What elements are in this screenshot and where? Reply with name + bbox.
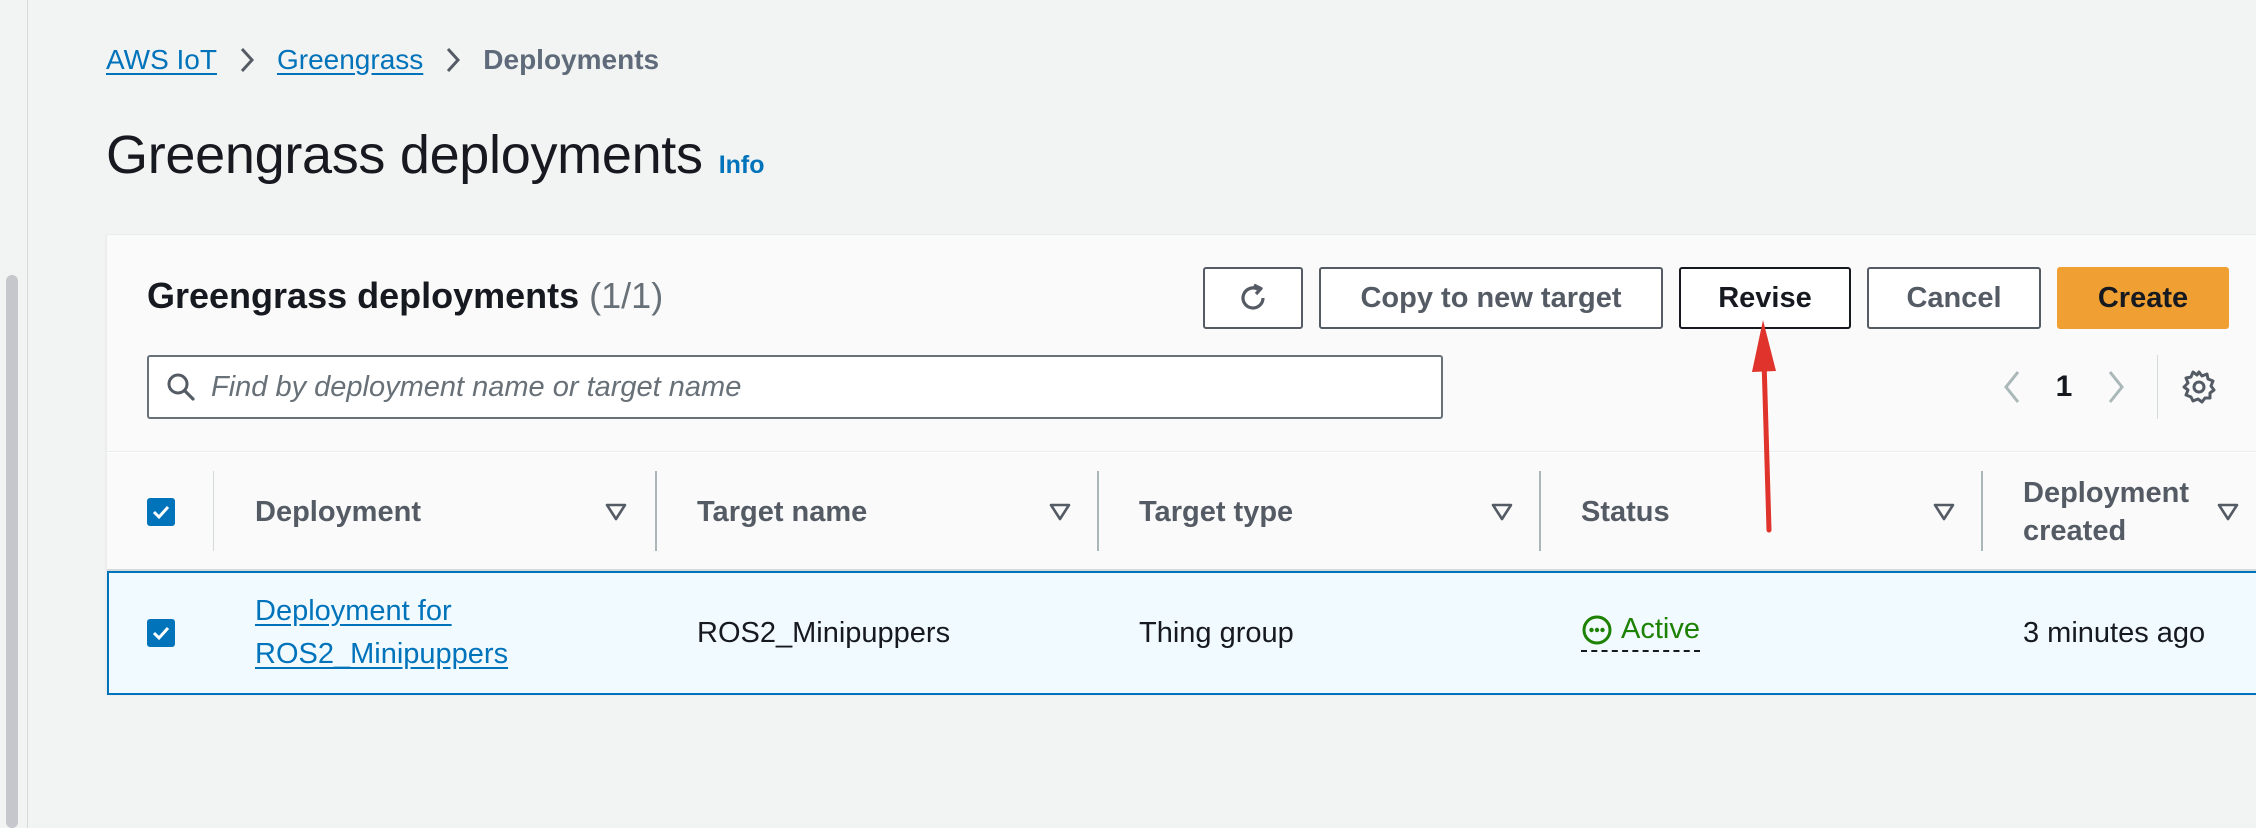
section-title: Greengrass deployments bbox=[147, 275, 580, 316]
column-header-target-type[interactable]: Target type bbox=[1139, 453, 1293, 571]
revise-button[interactable]: Revise bbox=[1679, 267, 1851, 329]
chevron-right-icon bbox=[239, 46, 255, 74]
refresh-icon bbox=[1236, 281, 1270, 315]
select-all-checkbox[interactable] bbox=[147, 498, 175, 526]
created-cell: 3 minutes ago bbox=[2023, 617, 2206, 649]
column-label: Status bbox=[1581, 496, 1670, 528]
breadcrumb-deployments: Deployments bbox=[483, 44, 660, 75]
status-text: Active bbox=[1621, 613, 1700, 645]
sort-caret-icon[interactable] bbox=[1049, 503, 1071, 521]
search-icon bbox=[165, 371, 197, 403]
sort-caret-icon[interactable] bbox=[605, 503, 627, 521]
target-type-cell: Thing group bbox=[1139, 617, 1294, 649]
cancel-button[interactable]: Cancel bbox=[1867, 267, 2041, 329]
column-divider[interactable] bbox=[1981, 471, 1983, 551]
page-edge bbox=[0, 0, 28, 828]
column-divider[interactable] bbox=[1097, 471, 1099, 551]
gear-icon[interactable] bbox=[2181, 369, 2217, 405]
sort-caret-icon[interactable] bbox=[2217, 503, 2239, 521]
section-title-row: Greengrass deployments (1/1) bbox=[147, 275, 663, 317]
checkmark-icon bbox=[151, 623, 171, 643]
column-label-line2: created bbox=[2023, 515, 2127, 547]
deployments-table-container: Greengrass deployments (1/1) Copy to new… bbox=[106, 234, 2256, 695]
page-number[interactable]: 1 bbox=[2037, 370, 2091, 404]
chevron-right-icon[interactable] bbox=[2091, 369, 2141, 405]
breadcrumb: AWS IoT Greengrass Deployments bbox=[106, 42, 659, 78]
sort-caret-icon[interactable] bbox=[1491, 503, 1513, 521]
search-box bbox=[147, 355, 1443, 419]
refresh-button[interactable] bbox=[1203, 267, 1303, 329]
deployment-link[interactable]: Deployment for ROS2_Minipuppers bbox=[255, 595, 508, 670]
chevron-left-icon[interactable] bbox=[1987, 369, 2037, 405]
column-label: Deployment created bbox=[2023, 474, 2189, 550]
column-label: Deployment bbox=[255, 496, 421, 528]
target-name-cell: ROS2_Minipuppers bbox=[697, 617, 951, 649]
page-header: Greengrass deployments Info bbox=[106, 124, 765, 186]
copy-to-new-target-button[interactable]: Copy to new target bbox=[1319, 267, 1663, 329]
column-header-deployment-created[interactable]: Deployment created bbox=[2023, 453, 2189, 571]
sort-caret-icon[interactable] bbox=[1933, 503, 1955, 521]
column-label: Target name bbox=[697, 496, 868, 528]
pagination: 1 bbox=[1987, 361, 2141, 413]
deployment-cell: Deployment for ROS2_Minipuppers bbox=[255, 590, 508, 676]
table-row[interactable]: Deployment for ROS2_Minipuppers ROS2_Min… bbox=[107, 571, 2256, 695]
table-header-panel: Greengrass deployments (1/1) Copy to new… bbox=[107, 235, 2256, 452]
item-count: (1/1) bbox=[589, 275, 664, 316]
scrollbar-thumb[interactable] bbox=[6, 275, 18, 828]
status-in-progress-icon bbox=[1581, 614, 1613, 646]
breadcrumb-aws-iot[interactable]: AWS IoT bbox=[106, 44, 217, 76]
column-header-target-name[interactable]: Target name bbox=[697, 453, 867, 571]
search-input[interactable] bbox=[211, 370, 1411, 404]
row-checkbox[interactable] bbox=[147, 619, 175, 647]
page-title: Greengrass deployments bbox=[106, 125, 703, 185]
column-divider bbox=[213, 471, 214, 551]
table-header-row: Deployment Target name Target type Statu… bbox=[107, 453, 2256, 571]
column-divider[interactable] bbox=[655, 471, 657, 551]
divider bbox=[2157, 355, 2158, 419]
column-label: Target type bbox=[1139, 496, 1294, 528]
column-label-line1: Deployment bbox=[2023, 477, 2189, 509]
status-cell: Active bbox=[1581, 613, 1700, 652]
deployment-link-line2: ROS2_Minipuppers bbox=[255, 638, 509, 670]
column-header-deployment[interactable]: Deployment bbox=[255, 453, 421, 571]
create-button[interactable]: Create bbox=[2057, 267, 2229, 329]
deployment-link-line1: Deployment for bbox=[255, 595, 452, 627]
column-header-status[interactable]: Status bbox=[1581, 453, 1670, 571]
breadcrumb-greengrass[interactable]: Greengrass bbox=[277, 44, 423, 76]
info-link[interactable]: Info bbox=[719, 151, 765, 180]
status-badge[interactable]: Active bbox=[1581, 613, 1700, 652]
chevron-right-icon bbox=[445, 46, 461, 74]
column-divider[interactable] bbox=[1539, 471, 1541, 551]
checkmark-icon bbox=[151, 502, 171, 522]
